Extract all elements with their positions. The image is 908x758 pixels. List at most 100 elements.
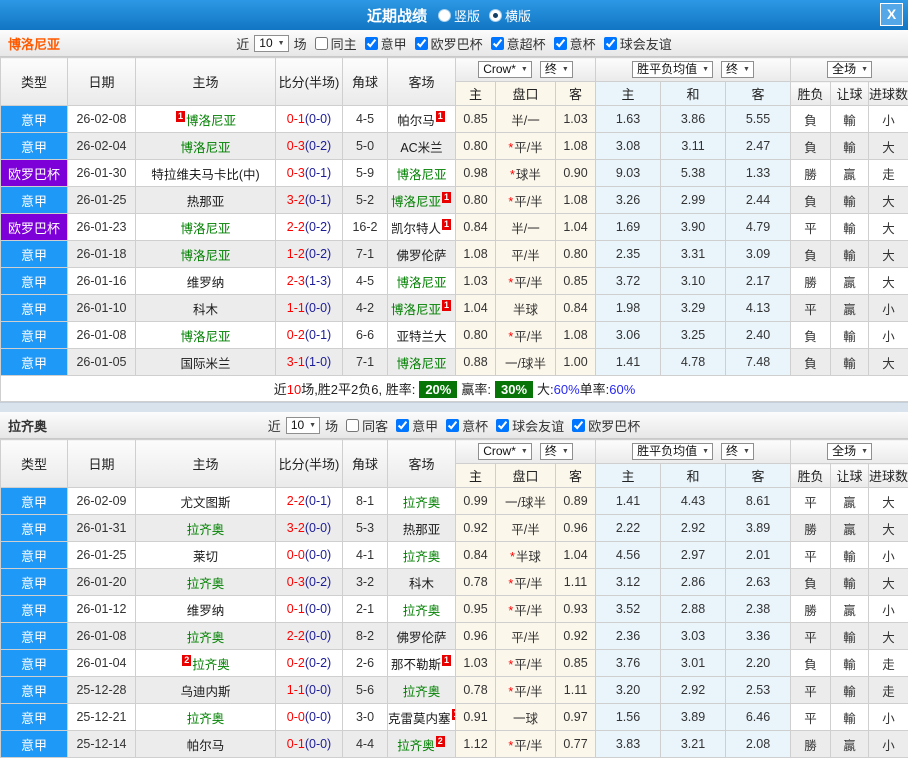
home-team-cell: 博洛尼亚 (136, 241, 276, 268)
wdl-mean-select[interactable]: 胜平负均值▼ (632, 443, 713, 460)
handicap-value: 球半 (516, 168, 541, 182)
league-filter-checkbox[interactable] (396, 419, 409, 432)
mean-draw-cell: 2.88 (661, 596, 726, 623)
result-group-header: 全场▼ (791, 440, 908, 464)
away-team-cell: 博洛尼亚1 (388, 295, 456, 322)
date-cell: 26-01-16 (68, 268, 136, 295)
league-cell: 意甲 (1, 488, 68, 515)
league-filter-checkbox[interactable] (554, 37, 567, 50)
away-team-cell: 博洛尼亚 (388, 160, 456, 187)
result-cell: 平 (791, 623, 831, 650)
fulltime-score: 0-3 (287, 575, 305, 589)
league-filter-checkbox[interactable] (491, 37, 504, 50)
handicap-result-cell: 輸 (831, 133, 869, 160)
team-label: 热那亚 (187, 195, 225, 209)
sub-column-header: 让球 (831, 464, 869, 488)
summary-text: 近 (274, 382, 287, 397)
scope-select-value: 全场 (832, 444, 856, 459)
halftime-score: (0-2) (305, 575, 331, 589)
sub-column-header: 进球数 (869, 464, 908, 488)
wdl-mean-select[interactable]: 胜平负均值▼ (632, 61, 713, 78)
home-team-cell: 乌迪内斯 (136, 677, 276, 704)
league-filter-checkbox[interactable] (446, 419, 459, 432)
league-cell: 意甲 (1, 650, 68, 677)
corners-cell: 7-1 (343, 349, 388, 376)
mean-away-cell: 3.36 (726, 623, 791, 650)
handicap-value: 半/一 (511, 114, 539, 128)
team-label: 博洛尼亚 (391, 195, 441, 209)
odds-time-select[interactable]: 终▼ (540, 443, 573, 460)
filter-matches-label: 场 (294, 34, 307, 53)
odds-company-select[interactable]: Crow*▼ (478, 443, 532, 460)
league-cell: 意甲 (1, 542, 68, 569)
team-label: 拉齐奥 (403, 550, 441, 564)
mean-home-cell: 3.12 (596, 569, 661, 596)
corners-cell: 4-1 (343, 542, 388, 569)
mean-home-cell: 4.56 (596, 542, 661, 569)
horizontal-layout-radio[interactable] (490, 10, 501, 21)
league-filter-label: 意杯 (570, 34, 596, 53)
league-filter-checkbox[interactable] (415, 37, 428, 50)
score-cell: 0-0(0-0) (276, 704, 343, 731)
league-filter-checkbox[interactable] (496, 419, 509, 432)
halftime-score: (0-1) (305, 193, 331, 207)
close-button[interactable]: X (880, 3, 903, 26)
league-filter-label: 意甲 (412, 416, 438, 435)
score-cell: 3-1(1-0) (276, 349, 343, 376)
date-cell: 25-12-21 (68, 704, 136, 731)
date-cell: 26-01-12 (68, 596, 136, 623)
odds-home-cell: 1.04 (456, 295, 496, 322)
goals-result-cell: 小 (869, 322, 908, 349)
handicap-result-cell: 贏 (831, 731, 869, 758)
corners-cell: 16-2 (343, 214, 388, 241)
vertical-layout-radio[interactable] (439, 10, 450, 21)
date-cell: 26-01-04 (68, 650, 136, 677)
handicap-cell: 半/一 (496, 106, 556, 133)
home-team-cell: 维罗纳 (136, 596, 276, 623)
corners-cell: 6-6 (343, 322, 388, 349)
handicap-cell: *平/半 (496, 322, 556, 349)
league-cell: 意甲 (1, 677, 68, 704)
matches-count-select[interactable]: 10▼ (286, 417, 320, 434)
mean-draw-cell: 3.03 (661, 623, 726, 650)
odds-company-select[interactable]: Crow*▼ (478, 61, 532, 78)
away-team-cell: 博洛尼亚1 (388, 187, 456, 214)
handicap-value: 半球 (513, 303, 538, 317)
away-team-cell: 佛罗伦萨 (388, 623, 456, 650)
mean-time-select[interactable]: 终▼ (721, 61, 754, 78)
scope-select[interactable]: 全场▼ (827, 443, 872, 460)
odds-home-cell: 0.88 (456, 349, 496, 376)
team-label: 帕尔马 (397, 114, 435, 128)
matches-count-select[interactable]: 10▼ (254, 35, 288, 52)
team-name: 拉齐奥 (8, 416, 47, 435)
away-team-cell: 热那亚 (388, 515, 456, 542)
halftime-score: (1-3) (305, 274, 331, 288)
handicap-value: 平/半 (511, 631, 539, 645)
mean-time-select[interactable]: 终▼ (721, 443, 754, 460)
scope-select[interactable]: 全场▼ (827, 61, 872, 78)
mean-away-cell: 2.17 (726, 268, 791, 295)
fulltime-score: 0-0 (287, 548, 305, 562)
goals-result-cell: 大 (869, 349, 908, 376)
league-filter-checkbox[interactable] (604, 37, 617, 50)
vertical-layout-label[interactable]: 竖版 (454, 6, 480, 25)
handicap-cell: *半球 (496, 542, 556, 569)
odds-time-select[interactable]: 终▼ (540, 61, 573, 78)
score-cell: 0-1(0-0) (276, 596, 343, 623)
score-cell: 0-1(0-0) (276, 731, 343, 758)
same-venue-checkbox[interactable] (346, 419, 359, 432)
odds-away-cell: 1.08 (556, 322, 596, 349)
score-cell: 1-2(0-2) (276, 241, 343, 268)
same-venue-checkbox[interactable] (315, 37, 328, 50)
score-cell: 1-1(0-0) (276, 677, 343, 704)
date-cell: 26-02-04 (68, 133, 136, 160)
league-filter-checkbox[interactable] (572, 419, 585, 432)
odds-home-cell: 0.80 (456, 322, 496, 349)
horizontal-layout-label[interactable]: 横版 (505, 6, 531, 25)
team-label: 拉齐奥 (397, 739, 435, 753)
mean-away-cell: 2.47 (726, 133, 791, 160)
team-label: 科木 (193, 303, 218, 317)
mean-away-cell: 3.09 (726, 241, 791, 268)
league-filter-checkbox[interactable] (365, 37, 378, 50)
odds-group-header: Crow*▼ 终▼ (456, 58, 596, 82)
